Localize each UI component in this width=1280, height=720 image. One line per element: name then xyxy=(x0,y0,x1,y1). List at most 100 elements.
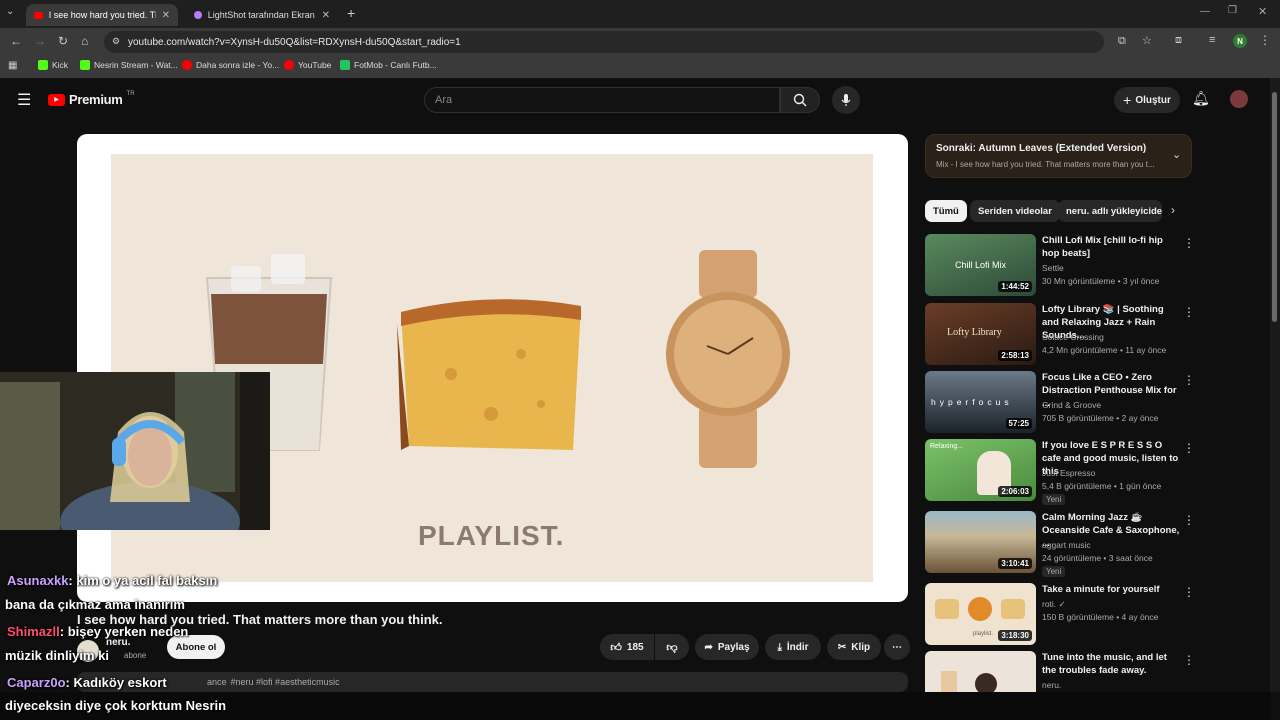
more-vertical-icon[interactable]: ⋮ xyxy=(1183,653,1195,667)
more-vertical-icon[interactable]: ⋮ xyxy=(1183,585,1195,599)
recommendation-item[interactable]: Chill Lofi Mix 1:44:52 Chill Lofi Mix [c… xyxy=(925,234,1195,296)
up-next-panel[interactable]: Sonraki: Autumn Leaves (Extended Version… xyxy=(925,134,1192,178)
more-horizontal-icon: ⋯ xyxy=(892,641,902,653)
browser-address-bar: ← → ↻ ⌂ ⚙ youtube.com/watch?v=XynsH-du50… xyxy=(0,28,1280,56)
account-avatar[interactable] xyxy=(1230,90,1248,108)
like-button[interactable]: 👍︎ 185 xyxy=(600,634,654,660)
tab-search-icon[interactable]: ⌄ xyxy=(6,6,14,17)
bookmark-label: FotMob - Canlı Futb... xyxy=(354,60,437,70)
bookmark-youtube[interactable]: YouTube xyxy=(284,60,331,70)
chip-series[interactable]: Seriden videolar xyxy=(970,200,1060,222)
video-thumbnail[interactable]: 3:10:41 xyxy=(925,511,1036,573)
recommendation-channel[interactable]: Settle xyxy=(1042,263,1064,273)
logo-text: Premium xyxy=(69,92,123,107)
recommendation-item[interactable]: Tune into the music, and let the trouble… xyxy=(925,651,1195,692)
chat-message: Shimazll: bişey yerken neden xyxy=(7,624,188,639)
youtube-premium-logo[interactable]: ▶ Premium TR xyxy=(48,91,135,107)
bookmark-kick[interactable]: Kick xyxy=(38,60,68,70)
voice-search-button[interactable] xyxy=(832,86,860,114)
browser-tab-lightshot[interactable]: LightShot tarafından Ekran Görü ✕ xyxy=(186,4,338,26)
more-vertical-icon[interactable]: ⋮ xyxy=(1183,441,1195,455)
reading-list-icon[interactable]: ≡ xyxy=(1209,34,1215,46)
recommendation-channel[interactable]: aggart music xyxy=(1042,540,1091,550)
site-info-icon[interactable]: ⚙ xyxy=(112,36,120,47)
video-thumbnail[interactable]: Relaxing... 2:06:03 xyxy=(925,439,1036,501)
search-input[interactable]: Ara xyxy=(424,87,780,113)
hamburger-menu-icon[interactable]: ☰ xyxy=(17,90,31,110)
bookmark-star-icon[interactable]: ☆ xyxy=(1142,34,1152,47)
notifications-bell-icon[interactable]: 🔔︎ xyxy=(1192,90,1210,107)
recommendation-title[interactable]: Tune into the music, and let the trouble… xyxy=(1042,651,1182,677)
recommendation-channel[interactable]: roti. ✓ xyxy=(1042,599,1066,610)
download-button[interactable]: ⤓ İndir xyxy=(765,634,821,660)
scrollbar-thumb[interactable] xyxy=(1272,92,1277,322)
tab-label: I see how hard you tried. That m xyxy=(48,10,156,20)
youtube-favicon-icon xyxy=(284,60,294,70)
video-thumbnail[interactable]: playlist. 3:18:30 xyxy=(925,583,1036,645)
apps-grid-icon[interactable]: ▦ xyxy=(8,60,17,71)
more-vertical-icon[interactable]: ⋮ xyxy=(1183,373,1195,387)
new-tab-icon[interactable]: + xyxy=(347,5,355,21)
bookmark-nesrin-stream[interactable]: Nesrin Stream - Wat... xyxy=(80,60,178,70)
video-overlay-text: PLAYLIST. xyxy=(418,520,565,551)
bookmark-watch-later[interactable]: Daha sonra izle - Yo... xyxy=(182,60,279,70)
recommendation-title[interactable]: Take a minute for yourself xyxy=(1042,583,1182,596)
video-duration: 2:58:13 xyxy=(998,350,1032,361)
more-vertical-icon[interactable]: ⋮ xyxy=(1183,236,1195,250)
close-tab-icon[interactable]: ✕ xyxy=(322,10,330,21)
forward-icon[interactable]: → xyxy=(34,34,46,48)
recommendation-channel[interactable]: neru. xyxy=(1042,680,1061,690)
mug-illustration xyxy=(935,599,959,619)
chat-text: müzik dinliyim ki xyxy=(5,648,110,663)
recommendation-item[interactable]: hyperfocus 57:25 Focus Like a CEO • Zero… xyxy=(925,371,1195,433)
back-icon[interactable]: ← xyxy=(10,34,22,48)
browser-tab-youtube[interactable]: I see how hard you tried. That m ✕ xyxy=(26,4,178,26)
recommendation-item[interactable]: Lofty Library 2:58:13 Lofty Library 📚 | … xyxy=(925,303,1195,365)
browser-menu-icon[interactable]: ⋮ xyxy=(1259,33,1271,47)
restore-icon[interactable]: ❐ xyxy=(1228,5,1237,16)
reload-icon[interactable]: ↻ xyxy=(58,34,68,48)
thumbnail-text: playlist. xyxy=(973,631,994,637)
chip-all[interactable]: Tümü xyxy=(925,200,967,222)
recommendation-title[interactable]: Chill Lofi Mix [chill lo-fi hip hop beat… xyxy=(1042,234,1182,260)
minimize-icon[interactable]: — xyxy=(1200,6,1210,17)
more-vertical-icon[interactable]: ⋮ xyxy=(1183,305,1195,319)
recommendation-channel[interactable]: Just Espresso xyxy=(1042,468,1095,478)
url-field[interactable]: ⚙ youtube.com/watch?v=XynsH-du50Q&list=R… xyxy=(104,31,1152,53)
chevron-right-icon[interactable]: › xyxy=(1171,203,1175,217)
more-vertical-icon[interactable]: ⋮ xyxy=(1183,513,1195,527)
video-duration: 3:18:30 xyxy=(998,630,1032,641)
home-icon[interactable]: ⌂ xyxy=(81,34,88,48)
video-thumbnail[interactable]: hyperfocus 57:25 xyxy=(925,371,1036,433)
recommendation-item[interactable]: 3:10:41 Calm Morning Jazz ☕ Oceanside Ca… xyxy=(925,511,1195,577)
close-tab-icon[interactable]: ✕ xyxy=(162,10,170,21)
bookmark-label: YouTube xyxy=(298,60,332,70)
fotmob-favicon-icon xyxy=(340,60,350,70)
extensions-icon[interactable]: ⧈ xyxy=(1175,34,1182,47)
recommendation-channel[interactable]: Grind & Groove xyxy=(1042,400,1101,410)
recommendation-item[interactable]: Relaxing... 2:06:03 If you love E S P R … xyxy=(925,439,1195,505)
youtube-favicon-icon xyxy=(182,60,192,70)
video-description-box[interactable]: ance #neru #lofi #aestheticmusic xyxy=(77,672,908,692)
share-button[interactable]: ➦ Paylaş xyxy=(695,634,759,660)
description-hashtags[interactable]: #neru #lofi #aestheticmusic xyxy=(231,677,340,687)
search-button[interactable] xyxy=(780,87,820,113)
dislike-button[interactable]: 👎︎ xyxy=(655,634,689,660)
pound-cake-icon xyxy=(397,299,581,450)
video-thumbnail[interactable]: Lofty Library 2:58:13 xyxy=(925,303,1036,365)
recommendation-item[interactable]: playlist. 3:18:30 Take a minute for your… xyxy=(925,583,1195,645)
profile-avatar[interactable]: N xyxy=(1233,34,1247,48)
clip-button[interactable]: ✂ Klip xyxy=(827,634,881,660)
chat-message: bana da çıkmaz ama inanırım xyxy=(5,597,185,612)
recommendation-channel[interactable]: Solace Crossing xyxy=(1042,332,1104,342)
close-window-icon[interactable]: ✕ xyxy=(1258,5,1267,18)
chip-uploader[interactable]: neru. adlı yükleyiciden xyxy=(1058,200,1162,222)
video-thumbnail[interactable]: Chill Lofi Mix 1:44:52 xyxy=(925,234,1036,296)
video-thumbnail[interactable] xyxy=(925,651,1036,692)
more-actions-button[interactable]: ⋯ xyxy=(884,634,910,660)
thumbnail-text: Lofty Library xyxy=(947,327,1002,338)
create-button[interactable]: + Oluştur xyxy=(1114,87,1180,113)
cast-icon[interactable]: ⧉ xyxy=(1118,35,1126,48)
bookmark-fotmob[interactable]: FotMob - Canlı Futb... xyxy=(340,60,437,70)
chevron-down-icon[interactable]: ⌄ xyxy=(1172,148,1181,161)
